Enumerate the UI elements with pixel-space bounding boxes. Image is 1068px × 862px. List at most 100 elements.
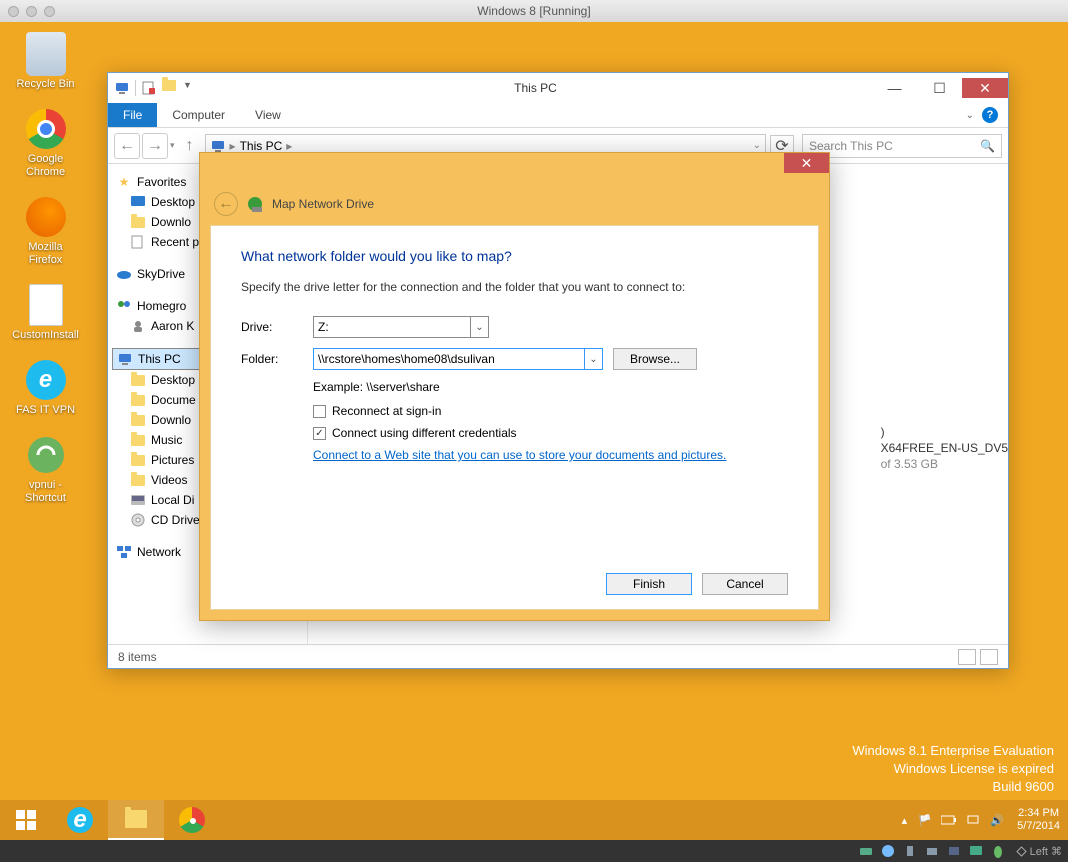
vbox-mouse-icon[interactable] [990, 843, 1006, 859]
vbox-host-key[interactable]: Left ⌘ [1016, 845, 1062, 858]
taskbar: ▴ 🏳️ 🔊 2:34 PM 5/7/2014 [0, 800, 1068, 840]
explorer-titlebar[interactable]: ▼ This PC — ☐ ✕ [108, 73, 1008, 103]
network-icon[interactable] [964, 811, 982, 829]
back-button[interactable]: ← [114, 133, 140, 159]
chevron-down-icon[interactable]: ⌄ [471, 316, 489, 338]
drive-label: Drive: [241, 320, 313, 334]
item-count: 8 items [118, 650, 157, 664]
maximize-button[interactable]: ☐ [917, 78, 962, 98]
breadcrumb-thispc[interactable]: This PC [240, 139, 283, 153]
start-button[interactable] [0, 800, 52, 840]
properties-icon[interactable] [141, 80, 157, 96]
vbox-hdd-icon[interactable] [858, 843, 874, 859]
wizard-heading: What network folder would you like to ma… [241, 248, 788, 264]
taskbar-ie[interactable] [52, 800, 108, 840]
vm-screen: Recycle Bin GoogleChrome MozillaFirefox … [0, 22, 1068, 840]
desktop-icon-recycle-bin[interactable]: Recycle Bin [8, 32, 83, 91]
search-box[interactable]: Search This PC 🔍 [802, 134, 1002, 158]
mac-zoom-button[interactable] [44, 6, 55, 17]
help-icon[interactable]: ? [982, 107, 998, 123]
thispc-icon [114, 80, 130, 96]
windows-watermark: Windows 8.1 Enterprise Evaluation Window… [852, 742, 1054, 796]
finish-button[interactable]: Finish [606, 573, 692, 595]
host-titlebar: Windows 8 [Running] [0, 0, 1068, 22]
tab-computer[interactable]: Computer [157, 103, 240, 127]
taskbar-explorer[interactable] [108, 800, 164, 840]
ie-icon [24, 358, 68, 402]
folder-icon [130, 372, 146, 388]
recent-icon [130, 234, 146, 250]
cloud-icon [116, 266, 132, 282]
new-folder-icon[interactable] [162, 80, 178, 96]
folder-input[interactable] [313, 348, 585, 370]
icons-view-button[interactable] [980, 649, 998, 665]
chrome-icon [24, 107, 68, 151]
map-network-drive-dialog: ✕ ← Map Network Drive What network folde… [199, 152, 830, 621]
vpn-icon [24, 433, 68, 477]
folder-icon [130, 432, 146, 448]
folder-icon [130, 214, 146, 230]
mac-minimize-button[interactable] [26, 6, 37, 17]
forward-button[interactable]: → [142, 133, 168, 159]
ribbon-expand-icon[interactable]: ⌄ [966, 110, 974, 121]
cd-icon [130, 512, 146, 528]
volume-icon[interactable]: 🔊 [988, 811, 1006, 829]
status-bar: 8 items [108, 644, 1008, 668]
wizard-back-button[interactable]: ← [214, 192, 238, 216]
credentials-checkbox[interactable]: ✓ [313, 427, 326, 440]
virtualbox-statusbar: Left ⌘ [0, 840, 1068, 862]
desktop-icon-custominstall[interactable]: CustomInstall [8, 283, 83, 342]
partial-drive-item: ) X64FREE_EN-US_DV5 of 3.53 GB [881, 424, 1008, 472]
ribbon-tabs: File Computer View ⌄ ? [108, 103, 1008, 128]
desktop-item-icon [130, 194, 146, 210]
wizard-description: Specify the drive letter for the connect… [241, 280, 788, 294]
recent-locations-icon[interactable]: ▾ [170, 140, 175, 151]
search-icon: 🔍 [980, 139, 995, 153]
tray-expand-icon[interactable]: ▴ [902, 814, 908, 827]
connect-website-link[interactable]: Connect to a Web site that you can use t… [313, 448, 788, 462]
vbox-shared-icon[interactable] [946, 843, 962, 859]
breadcrumb-separator-icon[interactable]: ▸ [286, 139, 292, 153]
desktop-icon-fas-it-vpn[interactable]: FAS IT VPN [8, 358, 83, 417]
credentials-checkbox-row[interactable]: ✓ Connect using different credentials [313, 426, 788, 440]
qat-dropdown-icon[interactable]: ▼ [183, 80, 199, 96]
chevron-down-icon[interactable]: ⌄ [585, 348, 603, 370]
tab-view[interactable]: View [240, 103, 296, 127]
desktop-icon-chrome[interactable]: GoogleChrome [8, 107, 83, 179]
taskbar-clock[interactable]: 2:34 PM 5/7/2014 [1009, 807, 1068, 833]
desktop-icons: Recycle Bin GoogleChrome MozillaFirefox … [8, 32, 83, 521]
drive-icon [130, 492, 146, 508]
network-icon [116, 544, 132, 560]
explorer-title: This PC [199, 81, 872, 95]
desktop-icon-vpnui[interactable]: vpnui -Shortcut [8, 433, 83, 505]
vbox-cd-icon[interactable] [880, 843, 896, 859]
details-view-button[interactable] [958, 649, 976, 665]
cancel-button[interactable]: Cancel [702, 573, 788, 595]
thispc-icon [117, 351, 133, 367]
homegroup-icon [116, 298, 132, 314]
breadcrumb-separator-icon[interactable]: ▸ [230, 139, 236, 153]
battery-icon[interactable] [940, 811, 958, 829]
mac-close-button[interactable] [8, 6, 19, 17]
minimize-button[interactable]: — [872, 78, 917, 98]
folder-label: Folder: [241, 352, 313, 366]
vbox-network-icon[interactable] [924, 843, 940, 859]
tab-file[interactable]: File [108, 103, 157, 127]
reconnect-checkbox[interactable] [313, 405, 326, 418]
dialog-close-button[interactable]: ✕ [784, 153, 829, 173]
quick-access-toolbar: ▼ [108, 80, 199, 96]
folder-icon [130, 412, 146, 428]
desktop-icon-firefox[interactable]: MozillaFirefox [8, 195, 83, 267]
person-icon [130, 318, 146, 334]
star-icon: ★ [116, 174, 132, 190]
text-file-icon [24, 283, 68, 327]
taskbar-chrome[interactable] [164, 800, 220, 840]
action-center-icon[interactable]: 🏳️ [916, 811, 934, 829]
address-dropdown-icon[interactable]: ⌄ [753, 140, 761, 151]
reconnect-checkbox-row[interactable]: Reconnect at sign-in [313, 404, 788, 418]
browse-button[interactable]: Browse... [613, 348, 697, 370]
vbox-display-icon[interactable] [968, 843, 984, 859]
vbox-usb-icon[interactable] [902, 843, 918, 859]
drive-select[interactable]: Z: [313, 316, 471, 338]
close-button[interactable]: ✕ [962, 78, 1008, 98]
